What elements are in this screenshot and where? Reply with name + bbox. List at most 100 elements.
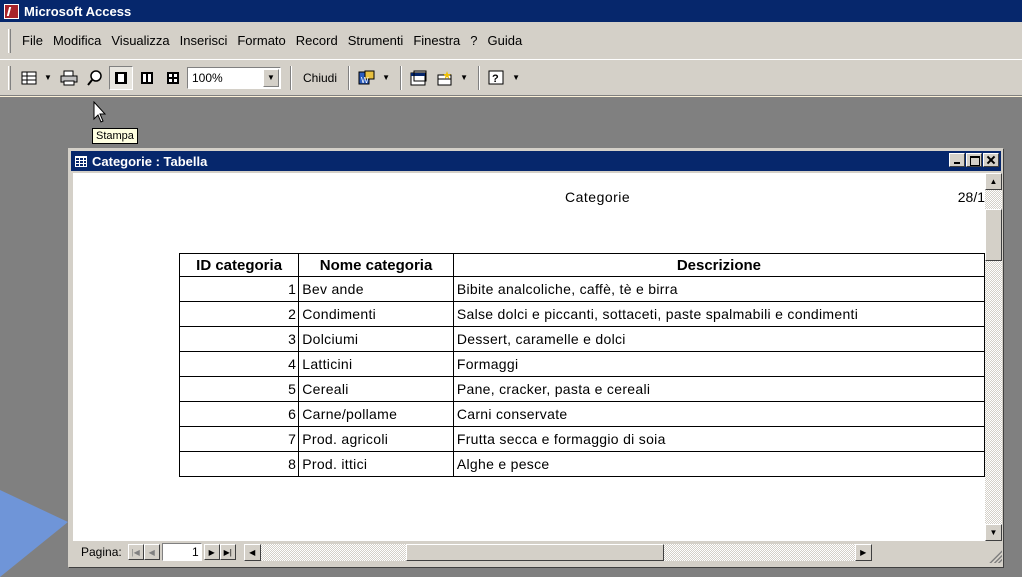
office-links-icon[interactable]: W bbox=[355, 66, 379, 90]
menu-file[interactable]: File bbox=[17, 33, 48, 48]
new-object-dropdown-icon[interactable]: ▼ bbox=[459, 66, 469, 90]
cell-id: 4 bbox=[178, 351, 300, 377]
report-window-title: Categorie : Tabella bbox=[92, 153, 208, 169]
multiple-pages-icon[interactable] bbox=[161, 66, 185, 90]
table-header-row: ID categoria Nome categoria Descrizione bbox=[178, 253, 985, 277]
chevron-down-icon[interactable]: ▼ bbox=[263, 68, 279, 87]
scroll-left-icon[interactable]: ◀ bbox=[243, 543, 261, 561]
close-preview-button[interactable]: Chiudi bbox=[297, 66, 343, 90]
cell-description: Carni conservate bbox=[452, 401, 985, 427]
cell-id: 5 bbox=[178, 376, 300, 402]
table-row: 5 Cereali Pane, cracker, pasta e cereali bbox=[178, 376, 985, 402]
menu-strumenti[interactable]: Strumenti bbox=[343, 33, 409, 48]
cell-name: Latticini bbox=[298, 351, 454, 377]
access-key-icon bbox=[4, 3, 19, 19]
column-header-name: Nome categoria bbox=[298, 253, 454, 277]
print-icon[interactable] bbox=[57, 66, 81, 90]
column-header-description: Descrizione bbox=[452, 253, 985, 277]
maximize-button[interactable] bbox=[966, 153, 982, 167]
cell-id: 8 bbox=[178, 451, 300, 477]
menu-guida[interactable]: Guida bbox=[483, 33, 528, 48]
cell-description: Formaggi bbox=[452, 351, 985, 377]
report-table: ID categoria Nome categoria Descrizione … bbox=[178, 253, 985, 477]
view-dropdown-icon[interactable]: ▼ bbox=[43, 66, 53, 90]
database-window-icon[interactable] bbox=[407, 66, 431, 90]
preview-page[interactable]: Categorie 28/1 ID categoria Nome categor… bbox=[73, 173, 985, 541]
page-number-input[interactable]: 1 bbox=[161, 543, 202, 561]
menu-formato[interactable]: Formato bbox=[232, 33, 290, 48]
cell-description: Dessert, caramelle e dolci bbox=[452, 326, 985, 352]
first-page-icon[interactable]: |◀ bbox=[127, 544, 144, 560]
last-page-icon[interactable]: ▶| bbox=[219, 544, 236, 560]
report-date: 28/1 bbox=[957, 189, 985, 205]
cell-name: Prod. ittici bbox=[298, 451, 454, 477]
report-window: Categorie : Tabella Categorie 28/1 ID ca… bbox=[68, 148, 1004, 568]
page-label: Pagina: bbox=[81, 545, 122, 559]
toolbar-separator bbox=[400, 65, 403, 90]
horizontal-scrollbar[interactable]: ◀ ▶ bbox=[243, 543, 872, 561]
office-links-dropdown-icon[interactable]: ▼ bbox=[381, 66, 391, 90]
new-object-icon[interactable] bbox=[433, 66, 457, 90]
window-controls bbox=[948, 153, 999, 167]
next-page-icon[interactable]: ▶ bbox=[203, 544, 220, 560]
page-navigation-bar: Pagina: |◀ ◀ 1 ▶ ▶| ◀ ▶ bbox=[73, 541, 1002, 563]
toolbar-grip[interactable] bbox=[8, 65, 11, 90]
menu-modifica[interactable]: Modifica bbox=[48, 33, 106, 48]
cell-description: Frutta secca e formaggio di soia bbox=[452, 426, 985, 452]
column-header-id: ID categoria bbox=[178, 253, 300, 277]
tooltip: Stampa bbox=[92, 128, 138, 144]
minimize-button[interactable] bbox=[949, 153, 965, 167]
svg-text:W: W bbox=[361, 76, 369, 85]
cell-name: Condimenti bbox=[298, 301, 454, 327]
close-window-button[interactable] bbox=[983, 153, 999, 167]
menu-visualizza[interactable]: Visualizza bbox=[106, 33, 174, 48]
table-row: 8 Prod. ittici Alghe e pesce bbox=[178, 451, 985, 477]
access-app: Microsoft Access File Modifica Visualizz… bbox=[0, 0, 1022, 577]
report-header: Categorie bbox=[565, 189, 631, 205]
cell-description: Pane, cracker, pasta e cereali bbox=[452, 376, 985, 402]
table-row: 1 Bev ande Bibite analcoliche, caffè, tè… bbox=[178, 276, 985, 302]
toolbar-separator bbox=[478, 65, 481, 90]
toolbar-separator bbox=[348, 65, 351, 90]
svg-text:?: ? bbox=[492, 73, 499, 85]
vertical-scroll-thumb[interactable] bbox=[985, 209, 1002, 261]
report-window-title-bar[interactable]: Categorie : Tabella bbox=[71, 151, 1001, 171]
menu-inserisci[interactable]: Inserisci bbox=[175, 33, 233, 48]
resize-grip-icon[interactable] bbox=[988, 549, 1002, 563]
cell-name: Carne/pollame bbox=[298, 401, 454, 427]
two-pages-icon[interactable] bbox=[135, 66, 159, 90]
table-row: 7 Prod. agricoli Frutta secca e formaggi… bbox=[178, 426, 985, 452]
cell-id: 1 bbox=[178, 276, 300, 302]
menu-bar: File Modifica Visualizza Inserisci Forma… bbox=[0, 22, 1022, 60]
scroll-right-icon[interactable]: ▶ bbox=[854, 543, 872, 561]
mouse-cursor-icon bbox=[93, 101, 107, 123]
scroll-up-icon[interactable]: ▲ bbox=[985, 173, 1002, 190]
horizontal-scroll-thumb[interactable] bbox=[405, 543, 664, 561]
cell-name: Bev ande bbox=[298, 276, 454, 302]
cell-id: 6 bbox=[178, 401, 300, 427]
menu-bar-grip[interactable] bbox=[8, 28, 11, 53]
cell-description: Alghe e pesce bbox=[452, 451, 985, 477]
cell-name: Prod. agricoli bbox=[298, 426, 454, 452]
cell-name: Cereali bbox=[298, 376, 454, 402]
menu-question[interactable]: ? bbox=[465, 33, 482, 48]
print-preview-toolbar: ▼ 100% ▼ Chiudi W ▼ ▼ ? ▼ bbox=[0, 60, 1022, 96]
zoom-select[interactable]: 100% ▼ bbox=[187, 66, 281, 89]
cell-id: 2 bbox=[178, 301, 300, 327]
cell-name: Dolciumi bbox=[298, 326, 454, 352]
view-icon[interactable] bbox=[17, 66, 41, 90]
previous-page-icon[interactable]: ◀ bbox=[143, 544, 160, 560]
table-row: 3 Dolciumi Dessert, caramelle e dolci bbox=[178, 326, 985, 352]
table-row: 6 Carne/pollame Carni conservate bbox=[178, 401, 985, 427]
table-icon bbox=[75, 155, 87, 167]
scroll-down-icon[interactable]: ▼ bbox=[985, 524, 1002, 541]
cell-description: Salse dolci e piccanti, sottaceti, paste… bbox=[452, 301, 985, 327]
vertical-scrollbar[interactable]: ▲ ▼ bbox=[985, 173, 1002, 541]
menu-record[interactable]: Record bbox=[291, 33, 343, 48]
one-page-icon[interactable] bbox=[109, 65, 133, 90]
help-icon[interactable]: ? bbox=[485, 66, 509, 90]
menu-finestra[interactable]: Finestra bbox=[408, 33, 465, 48]
callout-arrow-icon bbox=[0, 490, 68, 577]
zoom-icon[interactable] bbox=[83, 66, 107, 90]
help-dropdown-icon[interactable]: ▼ bbox=[511, 66, 521, 90]
